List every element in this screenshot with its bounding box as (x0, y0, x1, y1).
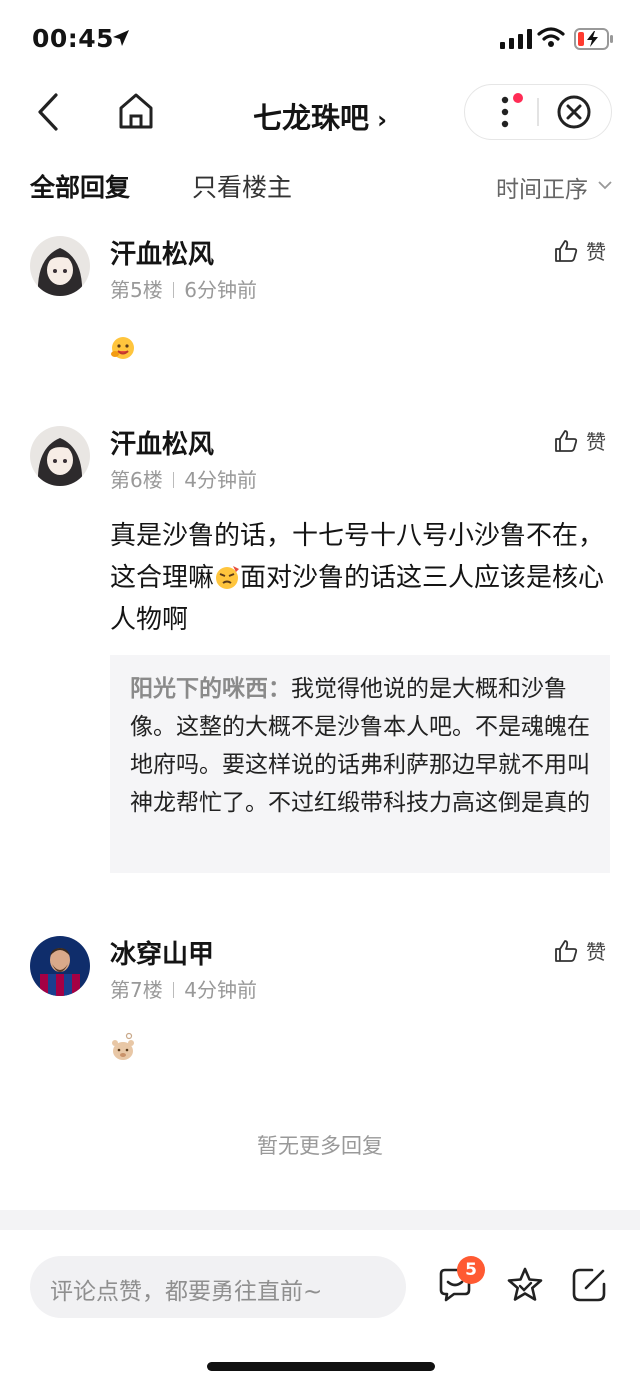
floor-number: 第7楼 (110, 978, 163, 1002)
like-label: 赞 (586, 240, 606, 264)
avatar[interactable] (30, 426, 90, 486)
comment-input-placeholder[interactable]: 评论点赞，都要勇往直前~ (50, 1272, 322, 1306)
more-icon[interactable] (499, 94, 511, 130)
like-button[interactable]: 赞 (554, 236, 606, 265)
username[interactable]: 冰穿山甲 (110, 934, 214, 971)
status-time: 00:45 (32, 24, 115, 53)
time-ago: 6分钟前 (184, 278, 257, 302)
quoted-username[interactable]: 阳光下的咪西： (130, 676, 291, 702)
username[interactable]: 汗血松风 (110, 234, 214, 271)
tab-op-only[interactable]: 只看楼主 (192, 168, 292, 204)
section-divider (0, 1210, 640, 1230)
time-ago: 4分钟前 (184, 468, 257, 492)
avatar[interactable] (30, 236, 90, 296)
emoji-icon (112, 1032, 134, 1060)
floor-number: 第6楼 (110, 468, 163, 492)
thumbs-up-icon (555, 429, 578, 452)
signal-icon (500, 29, 532, 49)
message-count-badge: 5 (457, 1256, 485, 1284)
time-ago: 4分钟前 (184, 978, 257, 1002)
emoji-icon (111, 337, 134, 359)
avatar-player-image (30, 936, 90, 996)
battery-charging-icon (574, 28, 613, 50)
capsule-divider (537, 98, 539, 126)
sort-order-button[interactable]: 时间正序 (496, 170, 588, 204)
title-chevron: › (377, 106, 387, 134)
comment-text: 真是沙鲁的话，十七号十八号小沙鲁不在，这合理嘛 面对沙鲁的话这三人应该是核心人物啊 (110, 521, 605, 635)
floor-number: 第5楼 (110, 278, 163, 302)
avatar-girl-image (30, 236, 90, 296)
comment-meta: 第7楼 4分钟前 (110, 974, 257, 1003)
avatar-girl-image (30, 426, 90, 486)
comment-meta: 第6楼 4分钟前 (110, 464, 257, 493)
thumbs-up-icon (555, 939, 578, 962)
share-icon[interactable] (570, 1266, 608, 1304)
location-arrow-icon (113, 30, 129, 46)
home-indicator (207, 1362, 435, 1371)
chevron-down-icon[interactable] (598, 180, 612, 190)
like-label: 赞 (586, 430, 606, 454)
like-label: 赞 (586, 940, 606, 964)
quoted-reply-text: 阳光下的咪西：我觉得他说的是大概和沙鲁像。这整的大概不是沙鲁本人吧。不是魂魄在地… (130, 676, 590, 816)
no-more-replies: 暂无更多回复 (257, 1134, 383, 1158)
like-button[interactable]: 赞 (554, 426, 606, 455)
wifi-icon (537, 27, 565, 47)
avatar[interactable] (30, 936, 90, 996)
close-icon[interactable] (556, 94, 592, 130)
emoji-icon (216, 566, 240, 589)
tab-all-replies[interactable]: 全部回复 (30, 168, 130, 204)
username[interactable]: 汗血松风 (110, 424, 214, 461)
star-icon[interactable] (506, 1266, 544, 1304)
like-button[interactable]: 赞 (554, 936, 606, 965)
forum-name: 七龙珠吧 (253, 101, 370, 135)
thumbs-up-icon (555, 239, 578, 262)
notification-dot (513, 93, 523, 103)
comment-meta: 第5楼 6分钟前 (110, 274, 257, 303)
